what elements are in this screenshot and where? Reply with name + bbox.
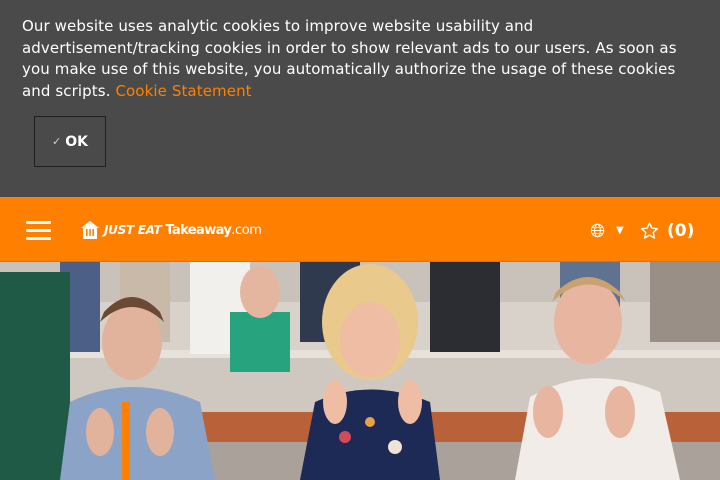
cookie-accept-label: OK xyxy=(65,133,88,150)
check-icon: ✓ xyxy=(52,135,62,148)
site-logo[interactable]: JUST EAT Takeaway .com xyxy=(80,219,262,241)
site-header: JUST EAT Takeaway .com ▼ (0) xyxy=(0,197,720,262)
logo-house-icon xyxy=(81,221,99,239)
favorites-count: (0) xyxy=(667,221,695,241)
hero-image xyxy=(0,262,720,480)
cookie-statement-link[interactable]: Cookie Statement xyxy=(115,82,251,100)
logo-text-takeaway: Takeaway xyxy=(165,222,232,238)
language-selector[interactable]: ▼ xyxy=(590,223,624,238)
cookie-message: Our website uses analytic cookies to imp… xyxy=(22,16,698,102)
favorites-button[interactable]: (0) xyxy=(639,221,694,241)
hamburger-menu-icon[interactable] xyxy=(26,220,51,240)
logo-text-justeat: JUST EAT xyxy=(104,223,162,237)
caret-down-icon: ▼ xyxy=(616,224,624,236)
logo-text-com: .com xyxy=(231,222,262,238)
star-icon xyxy=(640,222,659,239)
globe-icon xyxy=(590,223,605,238)
cookie-accept-button[interactable]: ✓ OK xyxy=(34,116,106,167)
hero-photo-illustration xyxy=(0,262,720,480)
cookie-banner: Our website uses analytic cookies to imp… xyxy=(0,0,720,197)
